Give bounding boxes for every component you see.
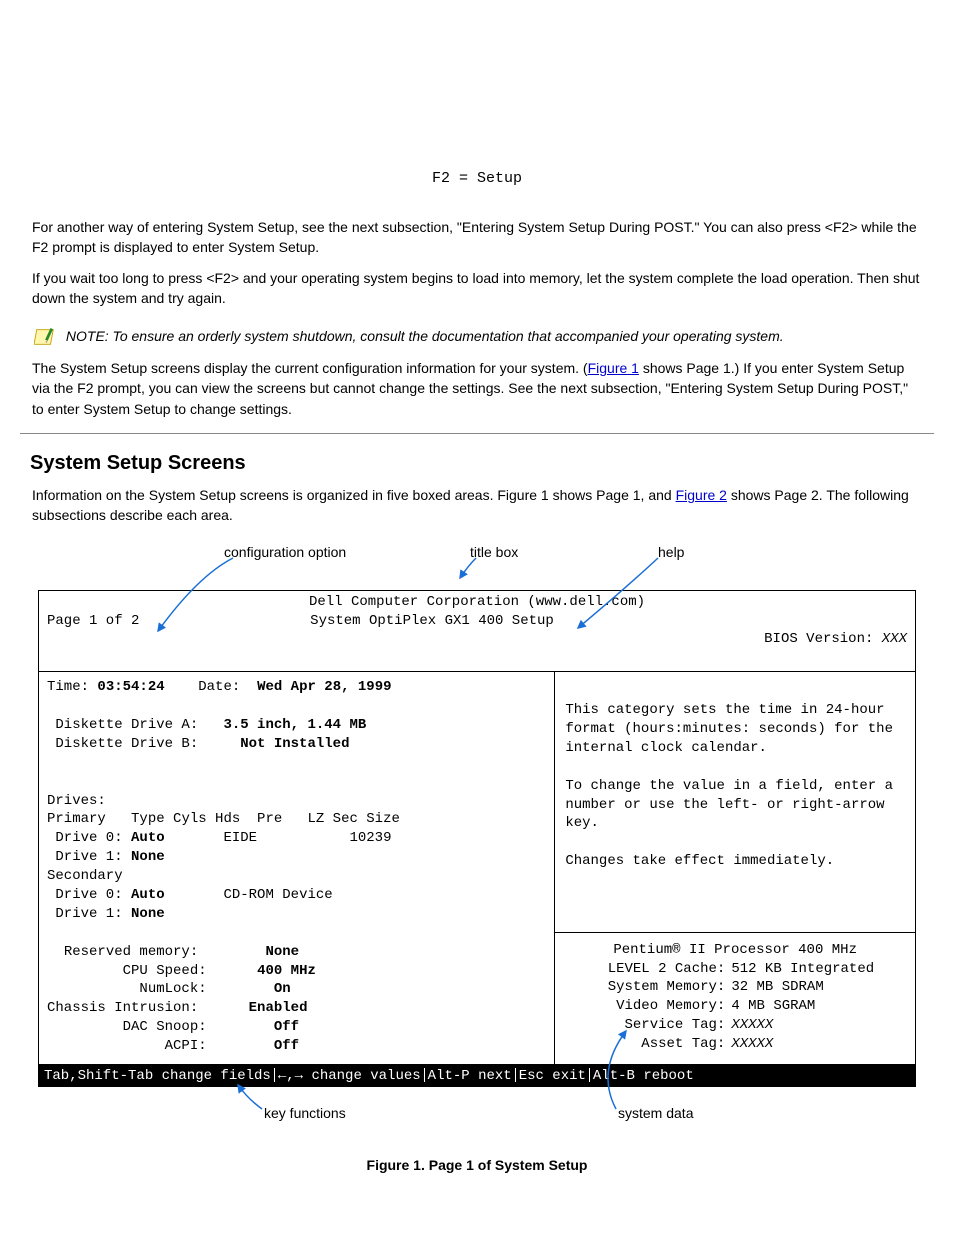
section-heading: System Setup Screens (30, 452, 934, 475)
svc-value: XXXXX (731, 1016, 905, 1035)
section-para: Information on the System Setup screens … (32, 485, 922, 526)
s-drive0-extra: CD-ROM Device (223, 887, 332, 903)
bios-title-center: System OptiPlex GX1 400 Setup (197, 612, 667, 669)
note-para: NOTE: To ensure an orderly system shutdo… (32, 326, 922, 348)
note-label: NOTE: (66, 328, 109, 344)
time-label: Time: (47, 679, 89, 695)
arrow-titlebox (458, 556, 488, 582)
s-drive1-type[interactable]: None (131, 906, 165, 922)
numlock-label: NumLock: (139, 981, 206, 997)
footer-arrows: ←,→ change values (278, 1068, 421, 1084)
note-tail-para: The System Setup screens display the cur… (32, 358, 922, 419)
help-p3: Changes take effect immediately. (565, 853, 834, 869)
sysdata-cpu-line: Pentium® II Processor 400 MHz (565, 941, 905, 960)
l2-value: 512 KB Integrated (731, 960, 905, 979)
sysmem-label: System Memory: (565, 978, 731, 997)
help-p1: This category sets the time in 24-hour f… (565, 702, 901, 756)
drive-columns: Type Cyls Hds Pre LZ Sec Size (131, 811, 400, 827)
cpu-speed-value[interactable]: 400 MHz (257, 963, 316, 979)
p-drive0-label: Drive 0: (47, 830, 123, 846)
note-text: To ensure an orderly system shutdown, co… (109, 328, 784, 344)
note-icon (34, 326, 56, 348)
date-value[interactable]: Wed Apr 28, 1999 (257, 679, 391, 695)
dac-value[interactable]: Off (274, 1019, 299, 1035)
bios-title-line1: Dell Computer Corporation (www.dell.com) (47, 593, 907, 612)
bios-version-label: BIOS Version: (764, 631, 882, 647)
arrow-config (188, 556, 248, 636)
figure-caption: Figure 1. Page 1 of System Setup (20, 1157, 934, 1173)
s-drive0-type[interactable]: Auto (131, 887, 165, 903)
p-drive1-type[interactable]: None (131, 849, 165, 865)
p-drive0-extra: EIDE 10239 (223, 830, 391, 846)
f2-prompt: F2 = Setup (20, 170, 934, 187)
time-value[interactable]: 03:54:24 (97, 679, 164, 695)
resmem-value[interactable]: None (265, 944, 299, 960)
chassis-label: Chassis Intrusion: (47, 1000, 198, 1016)
secondary-label: Secondary (47, 868, 123, 884)
bios-page-indicator: Page 1 of 2 (47, 612, 197, 669)
note-tail-1: The System Setup screens display the cur… (32, 360, 588, 376)
acpi-value[interactable]: Off (274, 1038, 299, 1054)
l2-label: LEVEL 2 Cache: (565, 960, 731, 979)
figure-2-link[interactable]: Figure 2 (676, 487, 727, 503)
horizontal-rule (20, 433, 934, 434)
section-text-1: Information on the System Setup screens … (32, 487, 676, 503)
bios-version-value: XXX (882, 631, 907, 647)
footer-esc: Esc exit (519, 1068, 586, 1084)
cpu-speed-label: CPU Speed: (123, 963, 207, 979)
p-drive1-label: Drive 1: (47, 849, 123, 865)
arrow-help (598, 556, 678, 636)
date-label: Date: (198, 679, 240, 695)
vidmem-value: 4 MB SGRAM (731, 997, 905, 1016)
bios-footer-bar: Tab,Shift-Tab change fields ←,→ change va… (38, 1065, 916, 1087)
anno-key-functions: key functions (264, 1105, 346, 1121)
s-drive0-label: Drive 0: (47, 887, 123, 903)
bios-screen: Dell Computer Corporation (www.dell.com)… (38, 590, 916, 1065)
diskette-a-value[interactable]: 3.5 inch, 1.44 MB (223, 717, 366, 733)
numlock-value[interactable]: On (274, 981, 291, 997)
primary-label: Primary (47, 811, 106, 827)
bios-config-column: Time: 03:54:24 Date: Wed Apr 28, 1999 Di… (39, 672, 555, 1064)
asset-value: XXXXX (731, 1035, 905, 1054)
footer-tab: Tab,Shift-Tab change fields (44, 1068, 271, 1084)
chassis-value[interactable]: Enabled (249, 1000, 308, 1016)
s-drive1-label: Drive 1: (47, 906, 123, 922)
vidmem-label: Video Memory: (565, 997, 731, 1016)
bios-help-box: This category sets the time in 24-hour f… (555, 672, 915, 932)
drives-header: Drives: (47, 793, 106, 809)
help-p2: To change the value in a field, enter a … (565, 778, 901, 832)
anno-system-data: system data (618, 1105, 693, 1121)
diskette-b-label: Diskette Drive B: (55, 736, 198, 752)
diskette-a-label: Diskette Drive A: (55, 717, 198, 733)
bios-title-box: Dell Computer Corporation (www.dell.com)… (39, 591, 915, 673)
p-drive0-type[interactable]: Auto (131, 830, 165, 846)
intro-para-2: If you wait too long to press <F2> and y… (32, 268, 922, 309)
resmem-label: Reserved memory: (64, 944, 198, 960)
sysmem-value: 32 MB SDRAM (731, 978, 905, 997)
footer-altp: Alt-P next (428, 1068, 512, 1084)
arrow-sysdata (586, 1031, 636, 1111)
dac-label: DAC Snoop: (123, 1019, 207, 1035)
acpi-label: ACPI: (165, 1038, 207, 1054)
figure-1-link[interactable]: Figure 1 (588, 360, 639, 376)
diskette-b-value[interactable]: Not Installed (240, 736, 349, 752)
intro-para-1: For another way of entering System Setup… (32, 217, 922, 258)
